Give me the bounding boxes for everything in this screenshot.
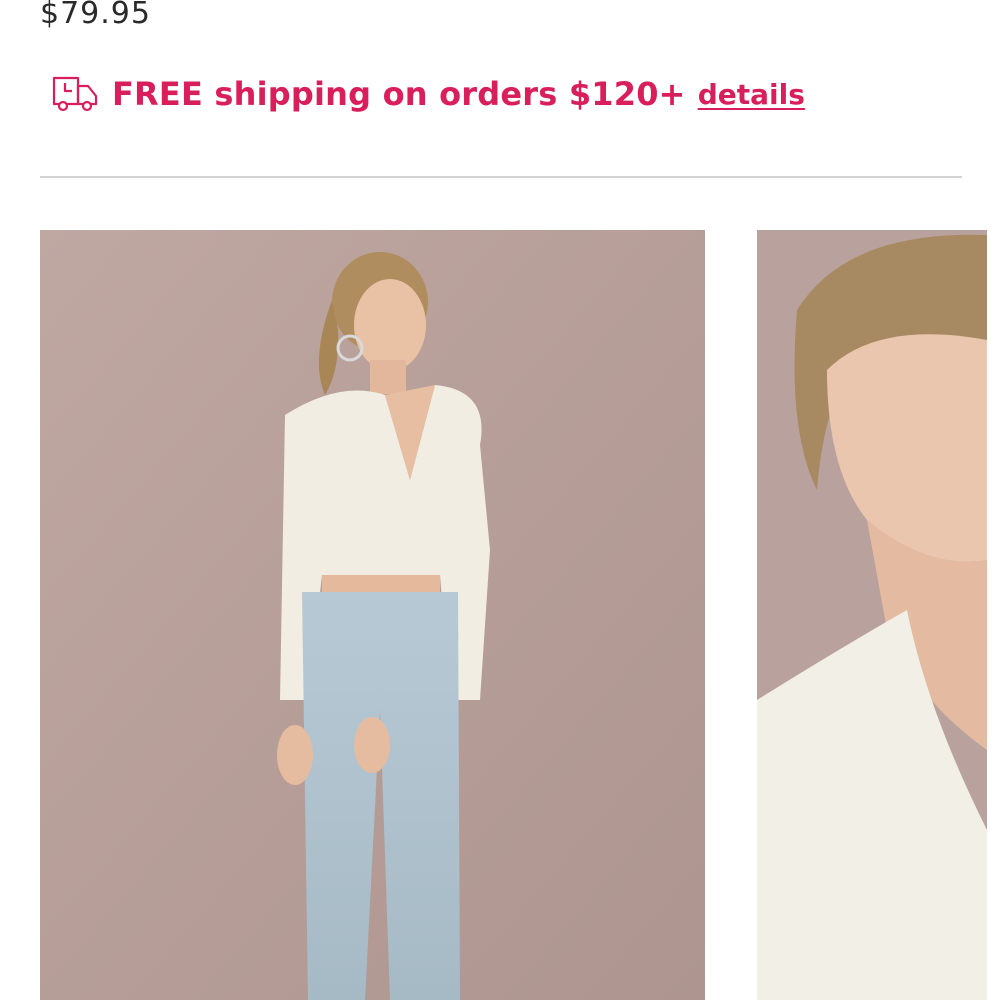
shipping-details-link[interactable]: details xyxy=(698,78,805,111)
model-closeup-image xyxy=(757,230,987,1000)
divider xyxy=(40,176,962,178)
free-shipping-banner: FREE shipping on orders $120+ details xyxy=(52,64,805,124)
model-full-body-image xyxy=(40,230,705,1000)
shipping-text: FREE shipping on orders $120+ xyxy=(112,75,686,113)
product-price: $79.95 xyxy=(40,0,151,31)
product-image-main[interactable] xyxy=(40,230,705,1000)
product-image-secondary[interactable] xyxy=(757,230,987,1000)
delivery-truck-icon xyxy=(52,74,100,114)
